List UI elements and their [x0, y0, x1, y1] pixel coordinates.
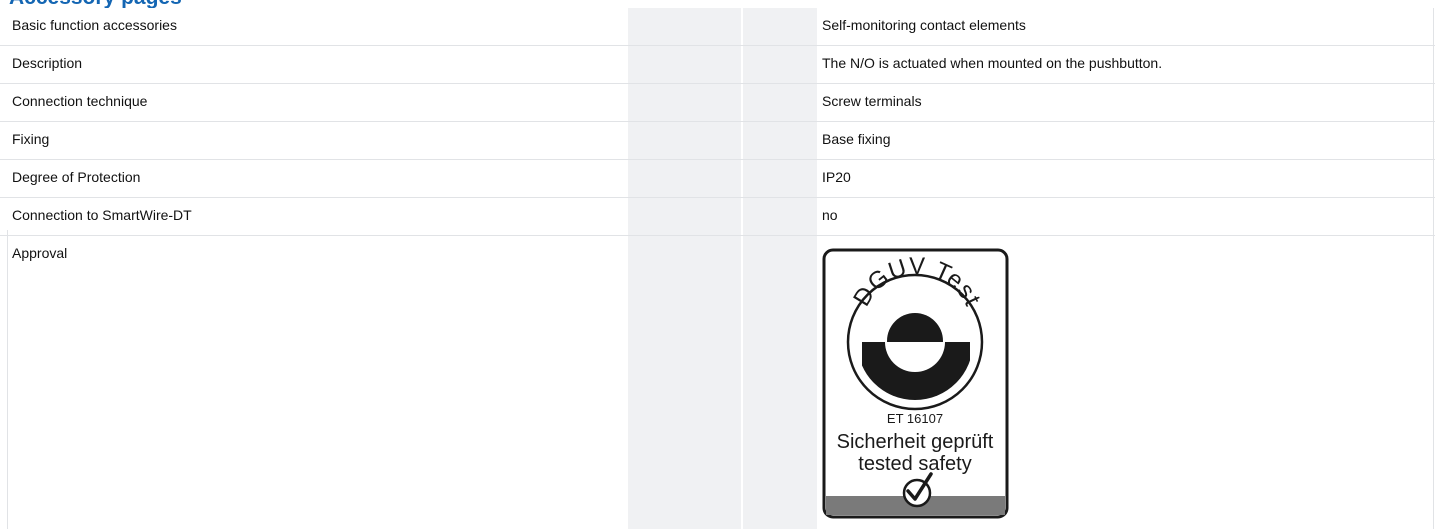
table-row: Description The N/O is actuated when mou… — [0, 46, 1435, 84]
seal-number: ET 16107 — [887, 411, 943, 426]
seal-text-english: tested safety — [858, 453, 971, 475]
row-label: Connection to SmartWire-DT — [12, 207, 192, 223]
row-label: Basic function accessories — [12, 17, 177, 33]
row-value: Base fixing — [822, 131, 891, 147]
row-value: Screw terminals — [822, 93, 922, 109]
table-row: Connection to SmartWire-DT no — [0, 198, 1435, 236]
spec-page: Accessory pages Basic function accessori… — [0, 0, 1435, 529]
table-row: Fixing Base fixing — [0, 122, 1435, 160]
row-label: Description — [12, 55, 83, 71]
row-value: IP20 — [822, 169, 851, 185]
row-label: Connection technique — [12, 93, 148, 109]
approval-row: Approval — [0, 236, 1435, 520]
row-label: Degree of Protection — [12, 169, 141, 185]
approval-label: Approval — [12, 245, 68, 261]
dguv-test-seal: DGUV Test ET 16107 Sicherheit geprüft te… — [822, 248, 1009, 519]
seal-text-german: Sicherheit geprüft — [837, 431, 994, 453]
table-row: Connection technique Screw terminals — [0, 84, 1435, 122]
spec-table: Basic function accessories Self-monitori… — [0, 8, 1435, 520]
row-label: Fixing — [12, 131, 50, 147]
table-row: Degree of Protection IP20 — [0, 160, 1435, 198]
row-value: no — [822, 207, 838, 223]
row-value: Self-monitoring contact elements — [822, 17, 1026, 33]
section-heading-cut: Accessory pages — [9, 0, 182, 8]
row-value: The N/O is actuated when mounted on the … — [822, 55, 1163, 71]
heading-strip: Accessory pages — [0, 0, 1435, 8]
table-row: Basic function accessories Self-monitori… — [0, 8, 1435, 46]
